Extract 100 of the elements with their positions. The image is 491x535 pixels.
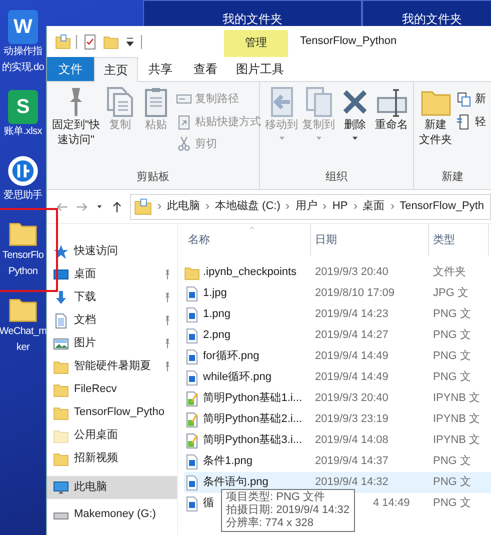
file-date: 2019/9/4 14:37	[315, 455, 388, 468]
ribbon-tab[interactable]: 主页	[94, 57, 138, 82]
image-file-icon	[184, 370, 200, 386]
image-file-icon	[184, 306, 200, 322]
nav-item[interactable]: 文档	[47, 309, 177, 332]
file-date: 2019/9/4 14:23	[315, 308, 388, 320]
ribbon-button[interactable]: 新建 文件夹	[417, 86, 454, 168]
breadcrumb[interactable]: 桌面	[362, 198, 385, 215]
word-app-icon[interactable]: W	[8, 10, 38, 44]
file-date: 2019/9/3 23:19	[315, 413, 388, 426]
nav-item[interactable]: TensorFlow_Pytho	[47, 401, 177, 424]
breadcrumb[interactable]: 此电脑	[167, 198, 200, 215]
nav-item[interactable]: 下载	[47, 286, 177, 309]
customize-caret-icon[interactable]	[124, 36, 136, 48]
file-type: IPYNB 文	[433, 392, 480, 404]
file-type: PNG 文	[433, 371, 471, 384]
file-name: 简明Python基础3.i...	[203, 433, 302, 448]
desktop-icon-label: ker	[16, 341, 30, 355]
column-header[interactable]: 日期	[311, 224, 429, 256]
file-type: PNG 文	[433, 350, 471, 362]
file-type: PNG 文	[433, 329, 471, 342]
rename-icon	[376, 86, 408, 118]
image-file-icon	[184, 474, 200, 490]
file-name: 2.png	[203, 328, 231, 344]
file-menu-tab[interactable]: 文件	[47, 57, 94, 81]
file-date: 2019/9/4 14:32	[315, 476, 388, 488]
file-date: 4 14:49	[373, 497, 410, 510]
file-date: 2019/9/3 20:40	[315, 392, 388, 404]
breadcrumb[interactable]: TensorFlow_Pyth	[400, 198, 484, 215]
ribbon-button[interactable]: 重命名	[373, 86, 410, 168]
file-type: PNG 文	[433, 308, 471, 320]
new-item-icon	[456, 91, 472, 108]
folder-icon	[53, 404, 69, 420]
ribbon-button[interactable]: 轻	[454, 112, 488, 131]
image-file-icon	[184, 328, 200, 344]
breadcrumb[interactable]: 本地磁盘 (C:)	[215, 198, 280, 215]
breadcrumb[interactable]: HP	[332, 198, 348, 215]
file-name: while循环.png	[203, 370, 272, 386]
desktop-icon-label: TensorFlo	[2, 249, 44, 263]
folder-icon	[53, 358, 69, 374]
desktop-icon-label: 爱思助手	[4, 188, 42, 203]
breadcrumb[interactable]: 用户	[295, 198, 318, 215]
up-arrow-icon[interactable]	[110, 200, 124, 214]
checklist-icon[interactable]	[82, 34, 98, 50]
file-name: 简明Python基础1.i...	[203, 391, 302, 406]
folder-icon	[53, 428, 69, 444]
star-icon	[53, 244, 69, 260]
nav-item[interactable]: 智能硬件暑期夏	[47, 355, 177, 378]
file-name: 循	[203, 496, 214, 512]
nav-item[interactable]: 快速访问	[47, 240, 177, 263]
column-header[interactable]: 名称	[184, 224, 311, 256]
document-icon	[53, 312, 69, 328]
desktop-icon-label: 动操作指	[4, 44, 42, 59]
context-tab-group: 管理	[224, 30, 288, 57]
image-file-icon	[184, 454, 200, 470]
ribbon-button[interactable]: 删除	[337, 86, 373, 168]
ribbon-group-label: 新建	[440, 170, 464, 184]
ribbon-group-label: 组织	[324, 170, 348, 184]
file-type: IPYNB 文	[433, 413, 480, 426]
desktop-icon-label: Python	[8, 265, 38, 279]
file-type: IPYNB 文	[433, 434, 480, 446]
file-name: 条件语句.png	[203, 475, 268, 490]
file-date: 2019/9/4 14:27	[315, 329, 388, 342]
address-bar[interactable]: 此电脑 本地磁盘 (C:) 用户 HP 桌面 TensorFlow_Pyth	[130, 194, 491, 220]
nav-item[interactable]: 此电脑	[47, 476, 177, 499]
tooltip-line: 项目类型: PNG 文件	[226, 491, 326, 504]
file-type: PNG 文	[433, 476, 471, 488]
notebook-file-icon	[184, 432, 200, 448]
notebook-file-icon	[184, 390, 200, 406]
file-date: 2019/9/4 14:08	[315, 434, 388, 446]
notebook-file-icon	[184, 412, 200, 428]
file-type: JPG 文	[433, 287, 468, 300]
tooltip-line: 分辨率: 774 x 328	[226, 517, 314, 530]
folder-icon	[184, 264, 200, 280]
folder-icon	[134, 198, 152, 216]
file-date: 2019/8/10 17:09	[315, 287, 395, 300]
folder-icon[interactable]	[55, 34, 71, 50]
nav-item[interactable]: 招新视频	[47, 447, 177, 470]
tooltip-line: 拍摄日期: 2019/9/4 14:32	[226, 504, 350, 516]
file-type: PNG 文	[433, 455, 471, 468]
file-date: 2019/9/4 14:49	[315, 371, 388, 384]
nav-item[interactable]: Makemoney (G:)	[47, 503, 177, 526]
file-name: 1.jpg	[203, 286, 227, 302]
picture-icon	[53, 336, 69, 352]
column-header[interactable]: 类型	[429, 224, 489, 256]
file-name: 简明Python基础2.i...	[203, 412, 302, 428]
nav-item[interactable]: FileRecv	[47, 378, 177, 401]
nav-item[interactable]: 桌面	[47, 263, 177, 286]
file-name: 条件1.png	[203, 454, 253, 470]
window-title: TensorFlow_Python	[299, 34, 397, 50]
down-arrow-icon	[53, 290, 69, 306]
file-name: 1.png	[203, 307, 231, 322]
ribbon-button[interactable]: 固定到"快 速访问"	[50, 86, 102, 168]
file-date: 2019/9/4 14:49	[315, 350, 388, 362]
file-name: for循环.png	[203, 349, 260, 364]
ribbon-group-label: 剪贴板	[136, 170, 170, 184]
nav-item[interactable]: 图片	[47, 332, 177, 355]
ribbon-button[interactable]: 新	[454, 90, 488, 108]
clipboard-icon	[176, 114, 192, 130]
nav-item[interactable]: 公用桌面	[47, 424, 177, 447]
